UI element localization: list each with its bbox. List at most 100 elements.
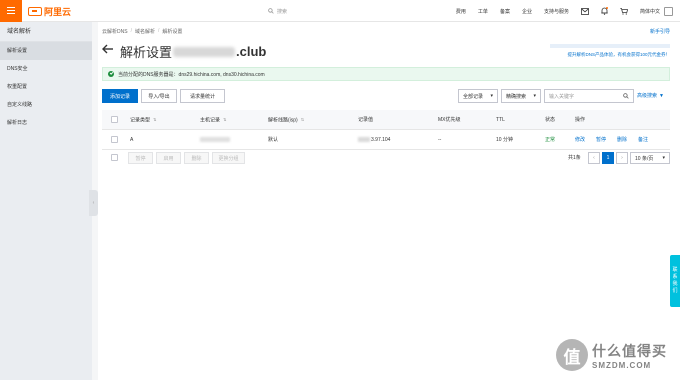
cart-icon[interactable]	[620, 7, 628, 15]
search-mode-select[interactable]: 精确搜索 ▾	[501, 89, 541, 103]
record-value: 3.97.104	[358, 130, 390, 150]
menu-button[interactable]	[0, 0, 22, 22]
watermark-en: SMZDM.COM	[592, 360, 652, 370]
bulk-enable-button[interactable]: 启用	[156, 152, 181, 164]
record-host	[200, 130, 230, 150]
sidebar: 域名解析 解析设置 DNS安全 权重配置 自定义线路 解析日志	[0, 22, 92, 380]
select-all-checkbox[interactable]	[111, 116, 118, 123]
main-content: 云解析DNS / 域名解析 / 解析设置 新手引导 解析设置 .club 提升解…	[98, 22, 680, 380]
chevron-down-icon: ▾	[533, 93, 536, 99]
sidebar-item-dns-settings[interactable]: 解析设置	[0, 42, 92, 60]
column-header-line[interactable]: 解析线路(isp) ⇅	[268, 110, 304, 130]
user-avatar[interactable]	[664, 6, 673, 16]
record-status: 正常	[545, 137, 556, 143]
breadcrumb-item: 解析设置	[162, 29, 183, 35]
delete-link[interactable]: 删除	[617, 130, 627, 150]
row-checkbox[interactable]	[111, 136, 118, 143]
record-line: 默认	[268, 137, 279, 143]
add-record-button[interactable]: 添加记录	[102, 89, 138, 103]
import-export-button[interactable]: 导入/导出	[141, 89, 177, 103]
bulk-delete-button[interactable]: 删除	[184, 152, 209, 164]
page-title-suffix: .club	[236, 44, 267, 59]
column-header-type[interactable]: 记录类型 ⇅	[130, 110, 156, 130]
chevron-down-icon: ▾	[662, 155, 665, 161]
toolbar: 添加记录 导入/导出 请求量统计 全部记录 ▾ 精确搜索 ▾ 输入关键字 高级搜…	[102, 89, 670, 103]
sort-icon: ⇅	[223, 117, 227, 122]
advanced-search-link[interactable]: 高级搜索 ▼	[637, 92, 664, 100]
caret-down-icon: ▼	[659, 92, 664, 99]
bulk-pause-button[interactable]: 暂停	[128, 152, 153, 164]
bulk-change-group-button[interactable]: 更换分组	[212, 152, 245, 164]
sort-icon: ⇅	[300, 117, 305, 122]
redacted-host	[200, 137, 230, 143]
table-row: A 默认 3.97.104 -- 10 分钟 正常 修改 暂停 删除 备注	[102, 130, 670, 150]
column-header-status: 状态	[545, 117, 556, 123]
redacted-domain	[173, 46, 236, 57]
breadcrumb-item[interactable]: 域名解析	[135, 28, 155, 35]
global-search[interactable]: 搜索	[268, 6, 388, 16]
record-filter-select[interactable]: 全部记录 ▾	[458, 89, 498, 103]
page-title-prefix: 解析设置	[120, 45, 173, 60]
chevron-left-icon: ‹	[593, 155, 595, 161]
breadcrumb: 云解析DNS / 域名解析 / 解析设置	[102, 28, 183, 35]
sidebar-item-dns-security[interactable]: DNS安全	[0, 60, 92, 78]
logo-text: 阿里云	[44, 6, 72, 17]
back-arrow-icon[interactable]	[102, 44, 114, 54]
note-link[interactable]: 备注	[638, 130, 648, 150]
sidebar-title: 域名解析	[0, 22, 92, 42]
edit-link[interactable]: 修改	[575, 130, 585, 150]
pause-link[interactable]: 暂停	[596, 130, 606, 150]
aliyun-logo[interactable]: 阿里云	[28, 5, 71, 17]
search-placeholder: 搜索	[277, 8, 288, 15]
column-header-host[interactable]: 主机记录 ⇅	[200, 110, 226, 130]
chevron-right-icon: ›	[621, 155, 623, 161]
dns-server-notice: 当前分配的DNS服务器是：dns29.hichina.com, dns30.hi…	[102, 67, 670, 81]
top-nav: 费用 工单 备案 企业 支持与服务 简体中文	[456, 0, 680, 22]
page-title: 解析设置 .club	[120, 42, 266, 61]
language-switcher[interactable]: 简体中文	[640, 8, 660, 15]
column-header-value: 记录值	[358, 117, 374, 123]
message-icon[interactable]	[581, 7, 589, 15]
search-icon	[268, 8, 274, 14]
sidebar-collapse-handle[interactable]: ‹	[89, 190, 98, 216]
aliyun-logo-icon	[28, 6, 42, 16]
pager-total: 共1条	[568, 155, 581, 161]
contact-us-tab[interactable]: 联 系 我 们	[670, 255, 680, 307]
contact-char: 系	[672, 274, 678, 280]
pager-page[interactable]: 1	[602, 152, 614, 164]
column-header-actions: 操作	[575, 117, 586, 123]
keyword-placeholder: 输入关键字	[549, 93, 575, 100]
top-bar: 阿里云 搜索 费用 工单 备案 企业 支持与服务 简体中文	[0, 0, 680, 22]
nav-enterprise[interactable]: 企业	[522, 8, 532, 15]
nav-support[interactable]: 支持与服务	[544, 8, 569, 15]
breadcrumb-item[interactable]: 云解析DNS	[102, 28, 128, 35]
search-mode-value: 精确搜索	[506, 93, 527, 100]
pager-next-button[interactable]: ›	[616, 152, 628, 164]
promo-banner	[550, 44, 670, 48]
record-ttl: 10 分钟	[496, 137, 513, 143]
record-type: A	[130, 137, 134, 143]
guide-link[interactable]: 新手引导	[650, 28, 670, 35]
promo-link[interactable]: 提升解析DNS产品体验，有机会获得100元代金券！	[567, 52, 670, 58]
sidebar-item-logs[interactable]: 解析日志	[0, 114, 92, 132]
watermark-badge: 值	[556, 339, 588, 371]
chevron-left-icon: ‹	[92, 200, 95, 206]
keyword-search-input[interactable]: 输入关键字	[544, 89, 634, 103]
contact-char: 我	[672, 281, 678, 287]
nav-tickets[interactable]: 工单	[478, 8, 488, 15]
bell-icon[interactable]	[601, 7, 608, 15]
sidebar-item-custom-line[interactable]: 自定义线路	[0, 96, 92, 114]
table-footer: 暂停 启用 删除 更换分组 共1条 ‹ 1 › 10 条/页 ▾	[102, 152, 670, 166]
smzdm-watermark: 值 什么值得买 SMZDM.COM	[556, 334, 676, 376]
nav-billing[interactable]: 费用	[456, 8, 466, 15]
search-icon[interactable]	[623, 93, 629, 99]
request-stats-button[interactable]: 请求量统计	[180, 89, 225, 103]
page-size-select[interactable]: 10 条/页 ▾	[630, 152, 670, 164]
column-header-mx: MX优先级	[438, 117, 461, 123]
nav-icp[interactable]: 备案	[500, 8, 510, 15]
advanced-search-label: 高级搜索	[637, 93, 658, 99]
pager-prev-button[interactable]: ‹	[588, 152, 600, 164]
footer-select-all-checkbox[interactable]	[111, 154, 118, 161]
page-size-value: 10 条/页	[635, 155, 654, 162]
sidebar-item-weight[interactable]: 权重配置	[0, 78, 92, 96]
